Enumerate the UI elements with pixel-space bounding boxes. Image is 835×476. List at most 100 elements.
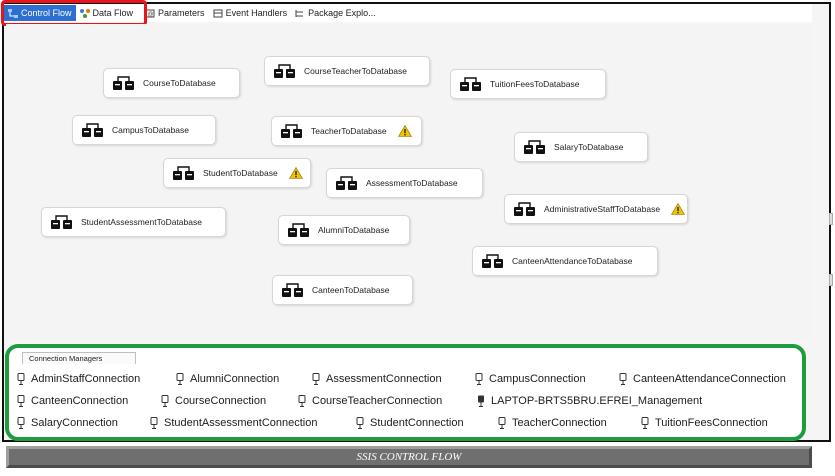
task-canteen-attendance-to-database[interactable]: CanteenAttendanceToDatabase bbox=[472, 246, 658, 276]
data-flow-task-icon bbox=[288, 223, 309, 237]
tab-event-handlers[interactable]: Event Handlers bbox=[209, 5, 292, 21]
data-flow-task-icon bbox=[336, 176, 357, 190]
connection-row: SalaryConnection StudentAssessmentConnec… bbox=[9, 417, 802, 435]
task-label: CourseToDatabase bbox=[143, 78, 216, 88]
connection-item[interactable]: CanteenAttendanceConnection bbox=[619, 373, 786, 385]
data-flow-task-icon bbox=[173, 166, 194, 180]
connection-icon bbox=[475, 373, 483, 385]
task-course-to-database[interactable]: CourseToDatabase bbox=[103, 68, 240, 98]
tab-label: Parameters bbox=[158, 8, 205, 18]
tab-data-flow[interactable]: Data Flow bbox=[76, 5, 138, 21]
connection-item[interactable]: AssessmentConnection bbox=[312, 373, 442, 385]
task-label: AssessmentToDatabase bbox=[366, 178, 458, 188]
connection-icon bbox=[161, 395, 169, 407]
connection-icon bbox=[312, 373, 320, 385]
data-flow-task-icon bbox=[82, 123, 103, 137]
connection-item[interactable]: StudentConnection bbox=[356, 417, 464, 429]
task-alumni-to-database[interactable]: AlumniToDatabase bbox=[278, 215, 410, 245]
connection-item[interactable]: TuitionFeesConnection bbox=[641, 417, 768, 429]
warning-icon bbox=[671, 203, 686, 215]
connection-label: CanteenAttendanceConnection bbox=[633, 373, 786, 385]
task-teacher-to-database[interactable]: TeacherToDatabase bbox=[271, 116, 422, 146]
control-flow-icon bbox=[8, 8, 18, 18]
connection-label: StudentAssessmentConnection bbox=[164, 417, 318, 429]
task-assessment-to-database[interactable]: AssessmentToDatabase bbox=[326, 168, 483, 198]
connection-icon bbox=[17, 417, 25, 429]
tab-control-flow[interactable]: Control Flow bbox=[4, 5, 76, 21]
task-label: CampusToDatabase bbox=[112, 125, 190, 135]
scrollbar-marker[interactable] bbox=[829, 274, 833, 286]
connection-icon bbox=[298, 395, 306, 407]
task-label: SalaryToDatabase bbox=[554, 142, 624, 152]
tab-label: Control Flow bbox=[21, 8, 72, 18]
figure-caption: SSIS CONTROL FLOW bbox=[6, 446, 812, 468]
connection-row: CanteenConnection CourseConnection Cours… bbox=[9, 395, 802, 413]
data-flow-task-icon bbox=[51, 215, 72, 229]
tab-label: Data Flow bbox=[92, 8, 134, 18]
connection-icon bbox=[176, 373, 184, 385]
connection-row: AdminStaffConnection AlumniConnection As… bbox=[9, 373, 802, 391]
connection-icon bbox=[498, 417, 506, 429]
connection-item[interactable]: StudentAssessmentConnection bbox=[150, 417, 317, 429]
tab-parameters[interactable]: @ Parameters bbox=[141, 5, 209, 21]
connection-item[interactable]: AlumniConnection bbox=[176, 373, 279, 385]
task-course-teacher-to-database[interactable]: CourseTeacherToDatabase bbox=[264, 56, 430, 86]
connection-label: AdminStaffConnection bbox=[31, 373, 141, 385]
task-label: CanteenAttendanceToDatabase bbox=[512, 256, 633, 266]
parameters-icon: @ bbox=[145, 9, 155, 18]
control-flow-canvas[interactable]: CourseToDatabase CourseTeacherToDatabase… bbox=[6, 24, 812, 340]
connection-label: TeacherConnection bbox=[512, 417, 607, 429]
connection-label: SalaryConnection bbox=[31, 417, 118, 429]
connection-label: CourseTeacherConnection bbox=[312, 395, 443, 407]
connection-label: CanteenConnection bbox=[31, 395, 129, 407]
tab-label: Event Handlers bbox=[225, 8, 288, 18]
connection-label: TuitionFeesConnection bbox=[655, 417, 768, 429]
task-student-assessment-to-database[interactable]: StudentAssessmentToDatabase bbox=[41, 207, 226, 237]
connection-item[interactable]: LAPTOP-BRTS5BRU.EFREI_Management bbox=[477, 395, 702, 407]
data-flow-task-icon bbox=[282, 283, 303, 297]
connection-managers-tab[interactable]: Connection Managers bbox=[22, 352, 136, 364]
data-flow-task-icon bbox=[482, 254, 503, 268]
task-label: TeacherToDatabase bbox=[311, 126, 387, 136]
task-label: AlumniToDatabase bbox=[318, 225, 390, 235]
connection-item[interactable]: AdminStaffConnection bbox=[17, 373, 140, 385]
connection-icon bbox=[356, 417, 364, 429]
task-salary-to-database[interactable]: SalaryToDatabase bbox=[514, 132, 648, 162]
task-administrative-staff-to-database[interactable]: AdministrativeStaffToDatabase bbox=[504, 194, 688, 224]
data-flow-task-icon bbox=[524, 140, 545, 154]
connection-item[interactable]: CampusConnection bbox=[475, 373, 586, 385]
connection-icon bbox=[150, 417, 158, 429]
connection-label: CampusConnection bbox=[489, 373, 586, 385]
data-flow-task-icon bbox=[514, 202, 535, 216]
data-flow-task-icon bbox=[281, 124, 302, 138]
server-connection-icon bbox=[478, 395, 484, 407]
connection-icon bbox=[619, 373, 627, 385]
task-campus-to-database[interactable]: CampusToDatabase bbox=[72, 115, 216, 145]
tab-label: Package Explo... bbox=[308, 8, 376, 18]
task-student-to-database[interactable]: StudentToDatabase bbox=[163, 158, 311, 188]
connection-managers-panel: Connection Managers AdminStaffConnection… bbox=[5, 344, 806, 441]
data-flow-task-icon bbox=[460, 77, 481, 91]
task-label: CourseTeacherToDatabase bbox=[304, 66, 408, 76]
connection-label: LAPTOP-BRTS5BRU.EFREI_Management bbox=[491, 395, 703, 407]
package-explorer-icon bbox=[295, 9, 304, 17]
svg-text:@: @ bbox=[148, 12, 154, 18]
connection-item[interactable]: CourseConnection bbox=[161, 395, 266, 407]
connection-item[interactable]: CourseTeacherConnection bbox=[298, 395, 442, 407]
task-label: AdministrativeStaffToDatabase bbox=[544, 204, 661, 214]
tab-package-explorer[interactable]: Package Explo... bbox=[291, 5, 380, 21]
connection-icon bbox=[17, 373, 25, 385]
task-canteen-to-database[interactable]: CanteenToDatabase bbox=[272, 275, 413, 305]
data-flow-task-icon bbox=[274, 64, 295, 78]
scrollbar-marker[interactable] bbox=[829, 213, 833, 225]
task-label: StudentToDatabase bbox=[203, 168, 278, 178]
data-flow-icon bbox=[79, 8, 90, 18]
connection-item[interactable]: SalaryConnection bbox=[17, 417, 118, 429]
task-label: StudentAssessmentToDatabase bbox=[81, 217, 202, 227]
task-tuition-fees-to-database[interactable]: TuitionFeesToDatabase bbox=[450, 69, 606, 99]
connection-label: AlumniConnection bbox=[190, 373, 280, 385]
task-label: TuitionFeesToDatabase bbox=[490, 79, 580, 89]
connection-item[interactable]: TeacherConnection bbox=[498, 417, 607, 429]
connection-item[interactable]: CanteenConnection bbox=[17, 395, 128, 407]
warning-icon bbox=[288, 167, 303, 179]
